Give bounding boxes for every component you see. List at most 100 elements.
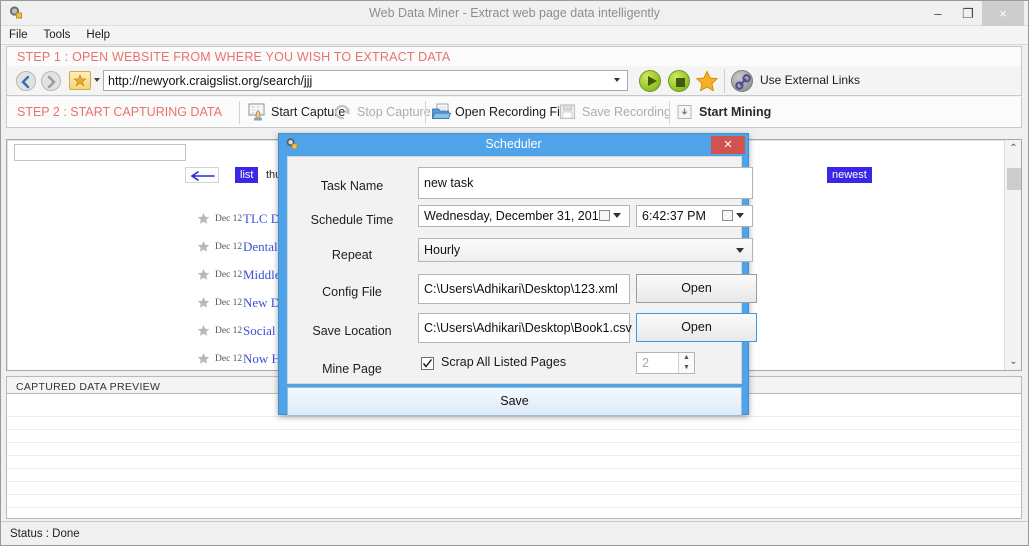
start-mining-button[interactable]: Start Mining xyxy=(675,101,775,124)
page-count-spinner-buttons[interactable]: ▲ ▼ xyxy=(678,353,694,373)
save-location-open-button[interactable]: Open xyxy=(636,313,757,342)
list-item-title[interactable]: Middle xyxy=(243,266,281,284)
open-recording-file-label: Open Recording File xyxy=(455,101,570,124)
craigslist-search-input[interactable] xyxy=(14,144,186,161)
grid-row-divider xyxy=(7,507,1021,508)
open-folder-icon xyxy=(431,102,451,122)
stepper-down-icon[interactable]: ▼ xyxy=(679,363,694,373)
scroll-up-icon[interactable]: ⌃ xyxy=(1005,140,1022,157)
toolbar-separator xyxy=(425,101,426,124)
save-recording-button[interactable]: Save Recording xyxy=(558,101,666,124)
stop-capture-button[interactable]: Stop Capture xyxy=(333,101,431,124)
scheduler-close-button[interactable]: ✕ xyxy=(711,136,745,154)
title-bar: Web Data Miner - Extract web page data i… xyxy=(1,1,1028,26)
stepper-up-icon[interactable]: ▲ xyxy=(679,353,694,363)
config-file-value: C:\Users\Adhikari\Desktop\123.xml xyxy=(424,282,618,296)
forward-arrow-icon[interactable] xyxy=(41,71,61,91)
scroll-down-icon[interactable]: ⌄ xyxy=(1005,353,1022,370)
url-input[interactable] xyxy=(103,70,628,91)
star-outline-icon[interactable] xyxy=(197,296,210,309)
repeat-select[interactable]: Hourly xyxy=(418,238,753,262)
close-button[interactable]: × xyxy=(982,1,1024,26)
step1-label: STEP 1 : OPEN WEBSITE FROM WHERE YOU WIS… xyxy=(7,47,1021,67)
time-picker-dropdown-icon[interactable] xyxy=(722,209,748,224)
view-tab-list[interactable]: list xyxy=(235,167,258,183)
scrollbar-thumb[interactable] xyxy=(1007,168,1021,190)
list-item-date: Dec 12 xyxy=(215,238,242,256)
left-arrow-icon[interactable] xyxy=(185,167,219,183)
window-title: Web Data Miner - Extract web page data i… xyxy=(1,1,1028,26)
scheduler-save-button[interactable]: Save xyxy=(287,387,742,416)
menu-item-tools[interactable]: Tools xyxy=(36,26,79,45)
star-outline-icon[interactable] xyxy=(197,240,210,253)
step1-panel: STEP 1 : OPEN WEBSITE FROM WHERE YOU WIS… xyxy=(6,46,1022,66)
start-capture-button[interactable]: Start Capture xyxy=(247,101,345,124)
scheduler-body: Task Name Schedule Time Wednesday, Decem… xyxy=(287,156,742,384)
browser-scrollbar[interactable]: ⌃ ⌄ xyxy=(1004,140,1021,370)
menu-bar: File Tools Help xyxy=(1,26,1028,45)
schedule-time-label: Schedule Time xyxy=(288,213,416,227)
mine-page-label: Mine Page xyxy=(288,362,416,376)
schedule-clock-value: 6:42:37 PM xyxy=(642,209,706,223)
config-file-input[interactable]: C:\Users\Adhikari\Desktop\123.xml xyxy=(418,274,630,304)
schedule-clock-field[interactable]: 6:42:37 PM xyxy=(636,205,753,227)
save-location-input[interactable]: C:\Users\Adhikari\Desktop\Book1.csv xyxy=(418,313,630,343)
open-recording-file-button[interactable]: Open Recording File xyxy=(431,101,564,124)
star-outline-icon[interactable] xyxy=(197,324,210,337)
step2-panel: STEP 2 : START CAPTURING DATA Start Capt… xyxy=(6,97,1022,128)
star-icon[interactable] xyxy=(695,70,719,93)
favorites-dropdown-icon[interactable] xyxy=(94,78,100,82)
scrap-all-listed-pages-label: Scrap All Listed Pages xyxy=(441,355,566,369)
sort-badge-newest[interactable]: newest xyxy=(827,167,872,183)
list-item-date: Dec 12 xyxy=(215,294,242,312)
save-recording-label: Save Recording xyxy=(582,101,671,124)
stop-capture-icon xyxy=(333,102,353,122)
scheduler-title: Scheduler xyxy=(279,134,748,155)
repeat-label: Repeat xyxy=(288,248,416,262)
grid-row-divider xyxy=(7,416,1021,417)
checkbox-checked-icon xyxy=(421,357,434,370)
use-external-links-button[interactable]: Use External Links xyxy=(724,69,730,93)
back-arrow-icon[interactable] xyxy=(16,71,36,91)
menu-item-file[interactable]: File xyxy=(1,26,36,45)
use-external-links-label: Use External Links xyxy=(760,73,860,87)
stop-capture-label: Stop Capture xyxy=(357,101,431,124)
list-item-date: Dec 12 xyxy=(215,350,242,368)
grid-row-divider xyxy=(7,468,1021,469)
grid-row-divider xyxy=(7,442,1021,443)
hand-capture-icon xyxy=(247,102,267,122)
step2-label: STEP 2 : START CAPTURING DATA xyxy=(17,97,222,128)
app-window: Web Data Miner - Extract web page data i… xyxy=(0,0,1029,546)
task-name-input[interactable] xyxy=(418,167,753,199)
grid-row-divider xyxy=(7,494,1021,495)
favorites-folder-icon[interactable] xyxy=(69,71,91,90)
config-file-label: Config File xyxy=(288,285,416,299)
url-dropdown-icon[interactable] xyxy=(614,78,620,82)
star-outline-icon[interactable] xyxy=(197,352,210,365)
maximize-button[interactable]: ❐ xyxy=(954,1,982,26)
status-text: Status : Done xyxy=(10,528,80,540)
save-disk-icon xyxy=(558,102,578,122)
toolbar-separator xyxy=(239,101,240,124)
go-button[interactable] xyxy=(639,70,661,92)
config-file-open-button[interactable]: Open xyxy=(636,274,757,303)
minimize-button[interactable]: – xyxy=(924,1,952,26)
start-mining-label: Start Mining xyxy=(699,101,771,124)
list-item-date: Dec 12 xyxy=(215,322,242,340)
page-count-stepper[interactable]: 2 ▲ ▼ xyxy=(636,352,695,374)
list-item-date: Dec 12 xyxy=(215,266,242,284)
chain-link-icon xyxy=(731,70,753,92)
grid-row-divider xyxy=(7,481,1021,482)
date-picker-dropdown-icon[interactable] xyxy=(599,209,625,224)
stop-button[interactable] xyxy=(668,70,690,92)
star-outline-icon[interactable] xyxy=(197,212,210,225)
chevron-down-icon xyxy=(736,248,744,253)
schedule-date-value: Wednesday, December 31, 2014 xyxy=(424,209,606,223)
repeat-value: Hourly xyxy=(424,243,460,257)
mine-icon xyxy=(675,102,695,122)
captured-data-preview-title: CAPTURED DATA PREVIEW xyxy=(16,381,160,393)
grid-row-divider xyxy=(7,455,1021,456)
schedule-date-field[interactable]: Wednesday, December 31, 2014 xyxy=(418,205,630,227)
menu-item-help[interactable]: Help xyxy=(78,26,118,45)
star-outline-icon[interactable] xyxy=(197,268,210,281)
